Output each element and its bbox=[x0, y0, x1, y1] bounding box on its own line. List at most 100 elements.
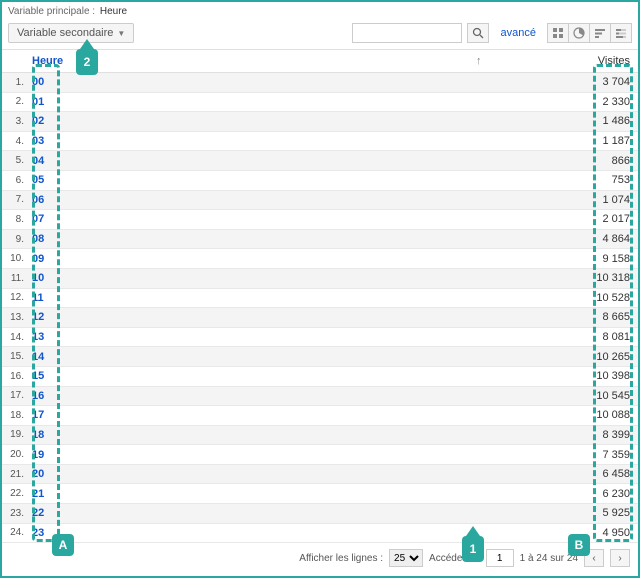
visits-value: 2 330 bbox=[488, 96, 638, 108]
report-frame: Variable principale : Heure Variable sec… bbox=[0, 0, 640, 578]
table-row[interactable]: 21.206 458 bbox=[2, 465, 638, 485]
row-index: 2. bbox=[2, 96, 28, 107]
visits-value: 7 359 bbox=[488, 449, 638, 461]
table-row[interactable]: 20.197 359 bbox=[2, 445, 638, 465]
rows-per-page-select[interactable]: 25 bbox=[389, 549, 423, 567]
hour-value[interactable]: 19 bbox=[28, 449, 488, 461]
visits-value: 10 318 bbox=[488, 272, 638, 284]
caret-down-icon: ▼ bbox=[117, 29, 125, 38]
visits-value: 1 074 bbox=[488, 194, 638, 206]
table-row[interactable]: 5.04866 bbox=[2, 151, 638, 171]
column-header-visits[interactable]: ↑ Visites bbox=[488, 50, 638, 72]
row-index: 5. bbox=[2, 155, 28, 166]
visits-value: 10 088 bbox=[488, 409, 638, 421]
controls-row: Variable secondaire ▼ avancé bbox=[2, 21, 638, 49]
next-button[interactable]: › bbox=[610, 549, 630, 567]
visits-value: 753 bbox=[488, 174, 638, 186]
table-row[interactable]: 9.084 864 bbox=[2, 230, 638, 250]
view-pie-button[interactable] bbox=[568, 23, 590, 43]
view-table-button[interactable] bbox=[547, 23, 569, 43]
table-row[interactable]: 13.128 665 bbox=[2, 308, 638, 328]
show-rows-label: Afficher les lignes : bbox=[299, 553, 383, 564]
hour-value[interactable]: 11 bbox=[28, 292, 488, 304]
table-row[interactable]: 22.216 230 bbox=[2, 484, 638, 504]
visits-value: 3 704 bbox=[488, 76, 638, 88]
row-index: 12. bbox=[2, 292, 28, 303]
table-row[interactable]: 2.012 330 bbox=[2, 93, 638, 113]
secondary-dimension-label: Variable secondaire bbox=[17, 27, 113, 39]
secondary-dimension-button[interactable]: Variable secondaire ▼ bbox=[8, 23, 134, 43]
hour-value[interactable]: 07 bbox=[28, 213, 488, 225]
table-row[interactable]: 15.1410 265 bbox=[2, 347, 638, 367]
hour-value[interactable]: 03 bbox=[28, 135, 488, 147]
advanced-link[interactable]: avancé bbox=[501, 27, 536, 39]
hour-value[interactable]: 02 bbox=[28, 115, 488, 127]
compare-icon bbox=[615, 27, 627, 39]
row-index: 10. bbox=[2, 253, 28, 264]
row-index: 17. bbox=[2, 390, 28, 401]
row-index: 8. bbox=[2, 214, 28, 225]
view-compare-button[interactable] bbox=[610, 23, 632, 43]
hour-value[interactable]: 20 bbox=[28, 468, 488, 480]
hour-value[interactable]: 10 bbox=[28, 272, 488, 284]
hour-value[interactable]: 04 bbox=[28, 155, 488, 167]
table-row[interactable]: 10.099 158 bbox=[2, 249, 638, 269]
row-index: 11. bbox=[2, 273, 28, 284]
row-index: 21. bbox=[2, 469, 28, 480]
goto-input[interactable] bbox=[486, 549, 514, 567]
annotation-badge-1: 1 bbox=[462, 536, 484, 562]
table-row[interactable]: 18.1710 088 bbox=[2, 406, 638, 426]
hour-value[interactable]: 05 bbox=[28, 174, 488, 186]
visits-value: 10 528 bbox=[488, 292, 638, 304]
hour-value[interactable]: 17 bbox=[28, 409, 488, 421]
row-index: 15. bbox=[2, 351, 28, 362]
hour-value[interactable]: 23 bbox=[28, 527, 488, 539]
row-index: 6. bbox=[2, 175, 28, 186]
hour-value[interactable]: 21 bbox=[28, 488, 488, 500]
primary-dimension-bar: Variable principale : Heure bbox=[2, 2, 638, 21]
table-row[interactable]: 12.1110 528 bbox=[2, 289, 638, 309]
table-row[interactable]: 24.234 950 bbox=[2, 524, 638, 544]
table-row[interactable]: 1.003 704 bbox=[2, 73, 638, 93]
row-index: 1. bbox=[2, 77, 28, 88]
hour-value[interactable]: 14 bbox=[28, 351, 488, 363]
hour-value[interactable]: 00 bbox=[28, 76, 488, 88]
row-index: 3. bbox=[2, 116, 28, 127]
table-row[interactable]: 23.225 925 bbox=[2, 504, 638, 524]
view-bar-button[interactable] bbox=[589, 23, 611, 43]
table-row[interactable]: 4.031 187 bbox=[2, 132, 638, 152]
hour-value[interactable]: 13 bbox=[28, 331, 488, 343]
table-row[interactable]: 14.138 081 bbox=[2, 328, 638, 348]
table-row[interactable]: 16.1510 398 bbox=[2, 367, 638, 387]
hour-value[interactable]: 15 bbox=[28, 370, 488, 382]
table-row[interactable]: 11.1010 318 bbox=[2, 269, 638, 289]
row-index: 16. bbox=[2, 371, 28, 382]
search-button[interactable] bbox=[467, 23, 489, 43]
visits-value: 8 399 bbox=[488, 429, 638, 441]
visits-value: 6 230 bbox=[488, 488, 638, 500]
table-row[interactable]: 3.021 486 bbox=[2, 112, 638, 132]
hour-value[interactable]: 16 bbox=[28, 390, 488, 402]
table-row[interactable]: 6.05753 bbox=[2, 171, 638, 191]
table-row[interactable]: 19.188 399 bbox=[2, 426, 638, 446]
visits-value: 4 950 bbox=[488, 527, 638, 539]
hour-value[interactable]: 18 bbox=[28, 429, 488, 441]
hour-value[interactable]: 09 bbox=[28, 253, 488, 265]
view-buttons-group bbox=[548, 23, 632, 43]
row-index: 24. bbox=[2, 527, 28, 538]
hour-value[interactable]: 01 bbox=[28, 96, 488, 108]
table-row[interactable]: 8.072 017 bbox=[2, 210, 638, 230]
annotation-badge-2: 2 bbox=[76, 49, 98, 75]
visits-value: 8 081 bbox=[488, 331, 638, 343]
visits-value: 8 665 bbox=[488, 311, 638, 323]
hour-value[interactable]: 06 bbox=[28, 194, 488, 206]
table-row[interactable]: 17.1610 545 bbox=[2, 387, 638, 407]
hour-value[interactable]: 08 bbox=[28, 233, 488, 245]
table-row[interactable]: 7.061 074 bbox=[2, 191, 638, 211]
visits-value: 9 158 bbox=[488, 253, 638, 265]
row-index: 20. bbox=[2, 449, 28, 460]
search-input[interactable] bbox=[352, 23, 462, 43]
hour-value[interactable]: 22 bbox=[28, 507, 488, 519]
hour-value[interactable]: 12 bbox=[28, 311, 488, 323]
visits-value: 4 864 bbox=[488, 233, 638, 245]
